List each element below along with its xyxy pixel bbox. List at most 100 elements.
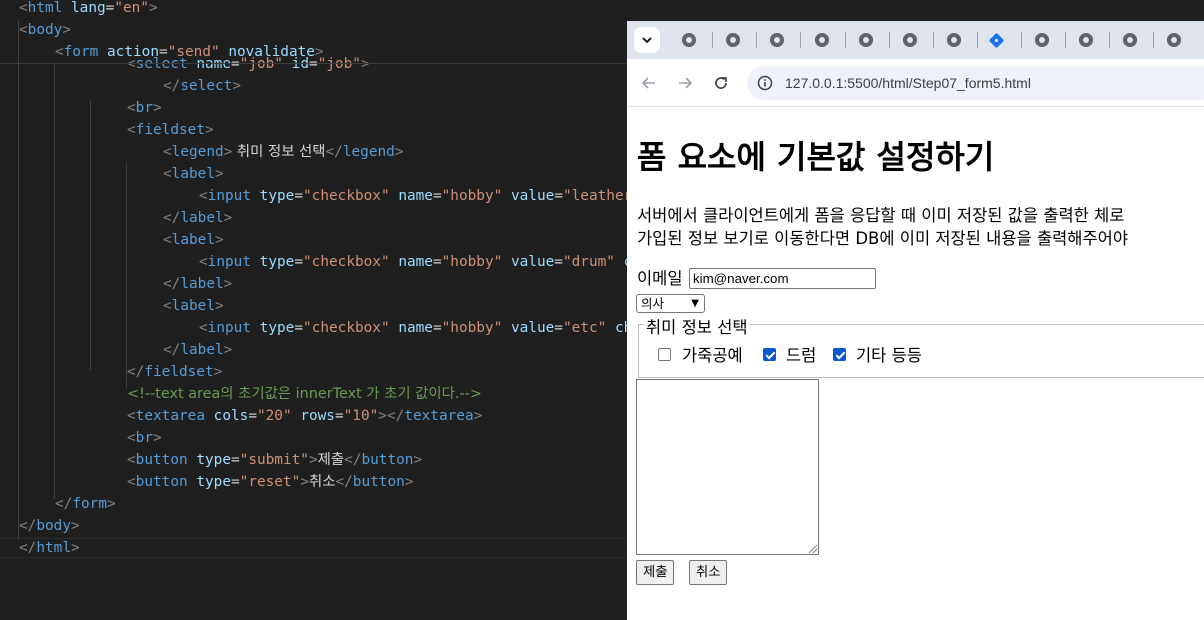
- code-token: type: [196, 452, 231, 468]
- code-token: </: [163, 210, 181, 226]
- globe-icon[interactable]: [815, 33, 829, 47]
- live-server-icon[interactable]: [988, 32, 1005, 49]
- back-button[interactable]: [637, 71, 661, 95]
- code-token: "hobby": [441, 254, 503, 270]
- code-line: <!--text area의 초기값은 innerText 가 초기 값이다.-…: [127, 383, 482, 405]
- tab-separator: [889, 32, 890, 48]
- code-token: >: [204, 122, 214, 138]
- code-token: input: [207, 254, 251, 270]
- code-token: "hobby": [441, 320, 503, 336]
- reload-button[interactable]: [709, 71, 733, 95]
- code-token: "20": [256, 408, 292, 424]
- code-token: rows: [300, 408, 335, 424]
- globe-icon[interactable]: [726, 33, 740, 47]
- code-token: textarea: [135, 408, 205, 424]
- code-line: </label>: [163, 207, 232, 229]
- code-token: =: [248, 408, 257, 424]
- hobby-label-leather: 가죽공예: [682, 346, 743, 365]
- job-select[interactable]: 의사 ▼: [636, 294, 705, 313]
- code-token: =: [294, 254, 303, 270]
- globe-icon[interactable]: [1167, 33, 1181, 47]
- code-token: </: [163, 342, 181, 358]
- code-token: label: [180, 276, 224, 292]
- code-token: >: [106, 496, 116, 512]
- reset-button[interactable]: 취소: [689, 560, 728, 585]
- reload-icon: [715, 77, 727, 89]
- code-token: legend: [342, 144, 395, 160]
- code-token: fieldset: [135, 122, 205, 138]
- code-token: "etc": [562, 320, 607, 336]
- hobby-checkbox-etc[interactable]: [833, 348, 846, 361]
- forward-button[interactable]: [673, 71, 697, 95]
- code-token: >: [153, 100, 162, 116]
- code-token: =: [230, 474, 240, 490]
- globe-icon[interactable]: [682, 33, 696, 47]
- code-token: button: [135, 474, 188, 490]
- arrow-right-icon: [679, 77, 693, 89]
- hobby-label-drum: 드럼: [786, 346, 817, 365]
- code-line: <button type="submit">제출</button>: [127, 449, 422, 471]
- code-token: input: [207, 188, 251, 204]
- code-token: <: [127, 474, 136, 490]
- code-token: value: [510, 188, 555, 204]
- code-token: <: [163, 144, 172, 160]
- code-token: <: [199, 254, 208, 270]
- address-bar[interactable]: 127.0.0.1:5500/html/Step07_form5.html: [747, 66, 1204, 100]
- code-line: </label>: [163, 339, 232, 361]
- code-token: button: [352, 474, 405, 490]
- site-info-icon[interactable]: [757, 75, 773, 91]
- code-token: =: [554, 320, 563, 336]
- code-token: <: [163, 298, 172, 314]
- globe-icon[interactable]: [859, 33, 873, 47]
- code-token: </: [19, 518, 37, 534]
- code-token: <: [127, 122, 136, 138]
- code-token: ></: [378, 408, 405, 424]
- code-token: 취소: [308, 474, 336, 490]
- tab-separator: [977, 32, 978, 48]
- browser-window: 127.0.0.1:5500/html/Step07_form5.html 폼 …: [627, 21, 1204, 620]
- code-token: name: [398, 254, 433, 270]
- tab-search-button[interactable]: [634, 27, 660, 53]
- code-token: legend: [171, 144, 224, 160]
- tab-strip: [627, 21, 1204, 59]
- tab-separator: [845, 32, 846, 48]
- globe-icon[interactable]: [903, 33, 917, 47]
- code-line: </body>: [19, 515, 80, 537]
- globe-icon[interactable]: [1123, 33, 1137, 47]
- globe-icon[interactable]: [947, 33, 961, 47]
- globe-icon[interactable]: [1035, 33, 1049, 47]
- code-token: =: [334, 408, 344, 424]
- resize-handle-icon[interactable]: [809, 545, 817, 553]
- globe-icon[interactable]: [1079, 33, 1093, 47]
- code-token: "drum": [562, 254, 615, 270]
- submit-button[interactable]: 제출: [636, 560, 675, 585]
- code-token: =: [230, 452, 240, 468]
- chevron-down-icon: [642, 37, 652, 44]
- code-token: label: [171, 298, 215, 314]
- code-token: >: [300, 474, 309, 490]
- code-token: >: [223, 276, 233, 292]
- code-token: name: [398, 320, 433, 336]
- code-token: =: [432, 188, 442, 204]
- code-line: <label>: [163, 163, 224, 185]
- memo-textarea[interactable]: [636, 379, 819, 555]
- code-token: =: [554, 254, 563, 270]
- hobby-checkbox-leather[interactable]: [658, 348, 671, 361]
- email-field[interactable]: kim@naver.com: [689, 268, 876, 289]
- hobby-checkbox-drum[interactable]: [763, 348, 776, 361]
- code-token: button: [135, 452, 188, 468]
- code-line: <legend> 취미 정보 선택</legend>: [163, 141, 403, 163]
- code-line: </select>: [163, 75, 241, 97]
- code-token: <: [127, 408, 136, 424]
- tab-separator: [933, 32, 934, 48]
- globe-icon[interactable]: [770, 33, 784, 47]
- code-token: textarea: [404, 408, 474, 424]
